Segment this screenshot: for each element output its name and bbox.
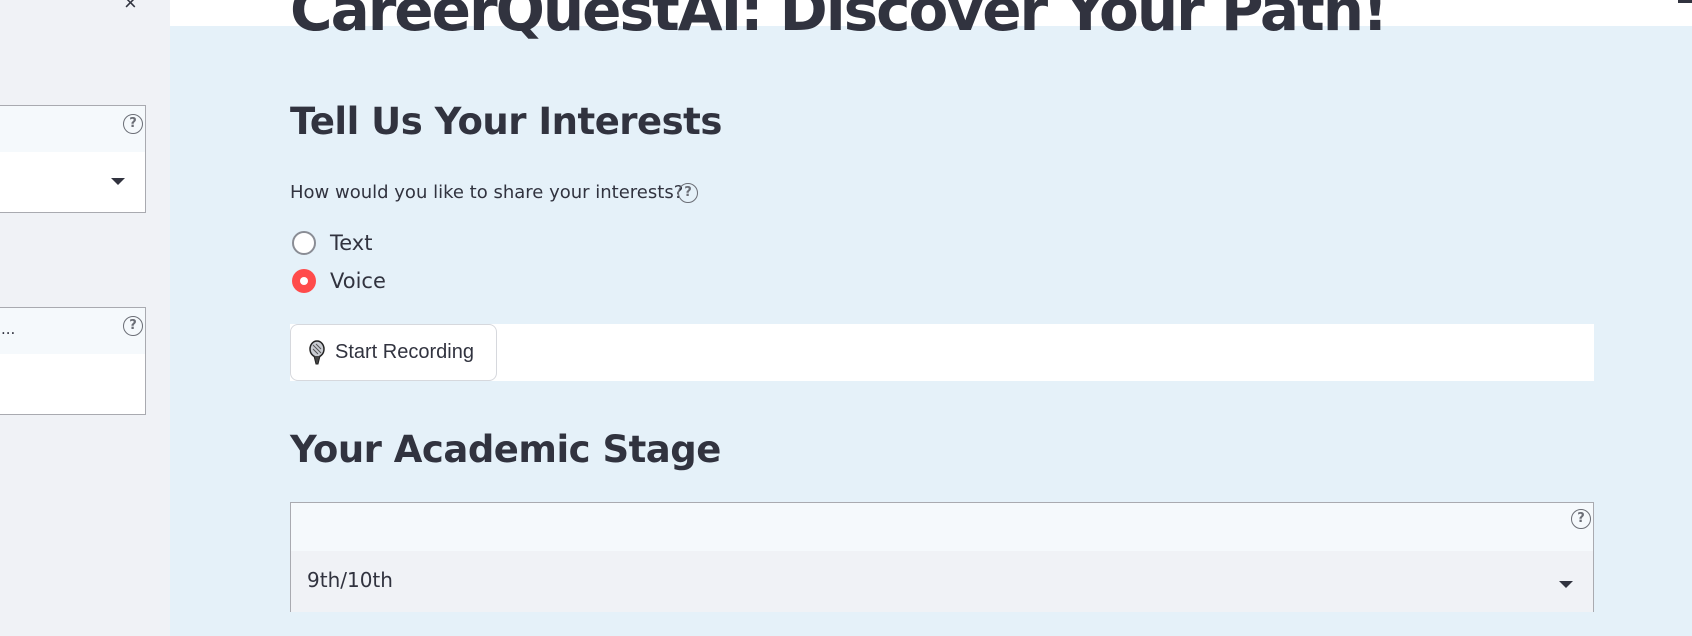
close-sidebar-icon[interactable]: × (124, 0, 146, 14)
page-title: CareerQuestAI: Discover Your Path! (290, 0, 1389, 44)
interests-heading: Tell Us Your Interests (290, 100, 722, 143)
help-icon[interactable]: ? (123, 316, 143, 336)
start-recording-button[interactable]: Start Recording (290, 324, 497, 381)
radio-option-voice[interactable]: Voice (292, 268, 386, 294)
radio-option-text[interactable]: Text (292, 230, 372, 256)
sidebar-select-box[interactable]: ? (0, 105, 146, 213)
recorder-panel: Start Recording (290, 324, 1594, 381)
academic-stage-select[interactable]: ? 9th/10th (290, 502, 1594, 612)
menu-icon[interactable] (1678, 0, 1692, 3)
share-interests-question: How would you like to share your interes… (290, 182, 684, 203)
sidebar-truncated-label: ... (1, 320, 16, 338)
sidebar: × ? ... ? (0, 0, 170, 636)
sidebar-text-area[interactable] (0, 354, 145, 414)
sidebar-text-header: ... ? (0, 308, 145, 354)
sidebar-select-value[interactable] (0, 152, 145, 212)
chevron-down-icon[interactable] (111, 178, 125, 185)
academic-stage-heading: Your Academic Stage (290, 428, 721, 471)
academic-stage-dropdown[interactable]: 9th/10th (291, 551, 1593, 612)
help-icon[interactable]: ? (1571, 509, 1591, 529)
help-icon[interactable]: ? (123, 114, 143, 134)
radio-label: Text (330, 231, 373, 255)
radio-unchecked-icon[interactable] (292, 231, 316, 255)
sidebar-text-box[interactable]: ... ? (0, 307, 146, 415)
sidebar-select-header: ? (0, 106, 145, 152)
selected-stage-value: 9th/10th (307, 568, 393, 592)
record-button-label: Start Recording (335, 341, 474, 363)
radio-label: Voice (330, 269, 386, 293)
radio-checked-icon[interactable] (292, 269, 316, 293)
help-icon[interactable]: ? (678, 183, 698, 203)
microphone-icon (309, 339, 325, 364)
main-content: CareerQuestAI: Discover Your Path! Tell … (170, 0, 1692, 636)
chevron-down-icon[interactable] (1559, 581, 1573, 588)
